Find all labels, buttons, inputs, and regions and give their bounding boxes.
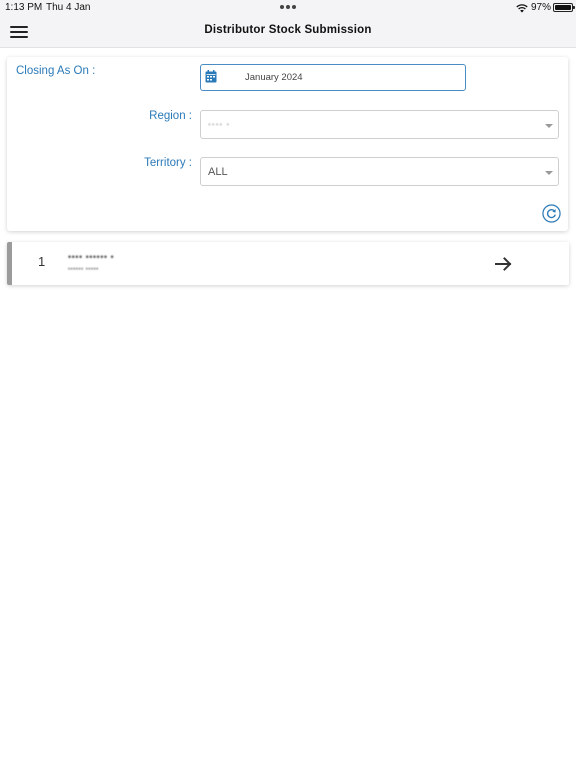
closing-date-value: January 2024	[245, 72, 303, 83]
territory-label: Territory :	[144, 157, 192, 169]
chevron-down-icon	[545, 124, 553, 128]
closing-date-picker[interactable]: January 2024	[200, 64, 466, 91]
status-bar: 1:13 PM Thu 4 Jan 97%	[0, 0, 576, 16]
closing-as-on-label: Closing As On :	[16, 65, 96, 77]
territory-select[interactable]: ALL	[200, 157, 559, 186]
page-title: Distributor Stock Submission	[204, 24, 372, 36]
region-value: •••• •	[208, 120, 231, 129]
list-item-number: 1	[38, 254, 46, 269]
region-select[interactable]: •••• •	[200, 110, 559, 139]
region-label: Region :	[149, 110, 192, 122]
list-item[interactable]: 1 •••• •••••• • •••••• •••••	[7, 242, 569, 285]
calendar-icon	[205, 70, 217, 83]
wifi-icon	[516, 4, 528, 13]
territory-value: ALL	[208, 166, 228, 178]
distributor-name: •••• •••••• •	[68, 252, 115, 262]
status-time: 1:13 PM	[5, 2, 43, 13]
chevron-down-icon	[545, 171, 553, 175]
status-date: Thu 4 Jan	[46, 2, 91, 13]
app-header: Distributor Stock Submission	[0, 16, 576, 48]
refresh-icon[interactable]	[542, 204, 561, 223]
multitasking-dots-icon[interactable]	[280, 5, 296, 9]
battery-level	[555, 5, 571, 10]
filter-card: Closing As On : January 2024 Region : ••…	[7, 57, 568, 231]
battery-icon	[553, 3, 575, 12]
arrow-right-icon[interactable]	[494, 254, 514, 274]
battery-percent: 97%	[531, 2, 552, 13]
distributor-code: •••••• •••••	[68, 267, 99, 273]
